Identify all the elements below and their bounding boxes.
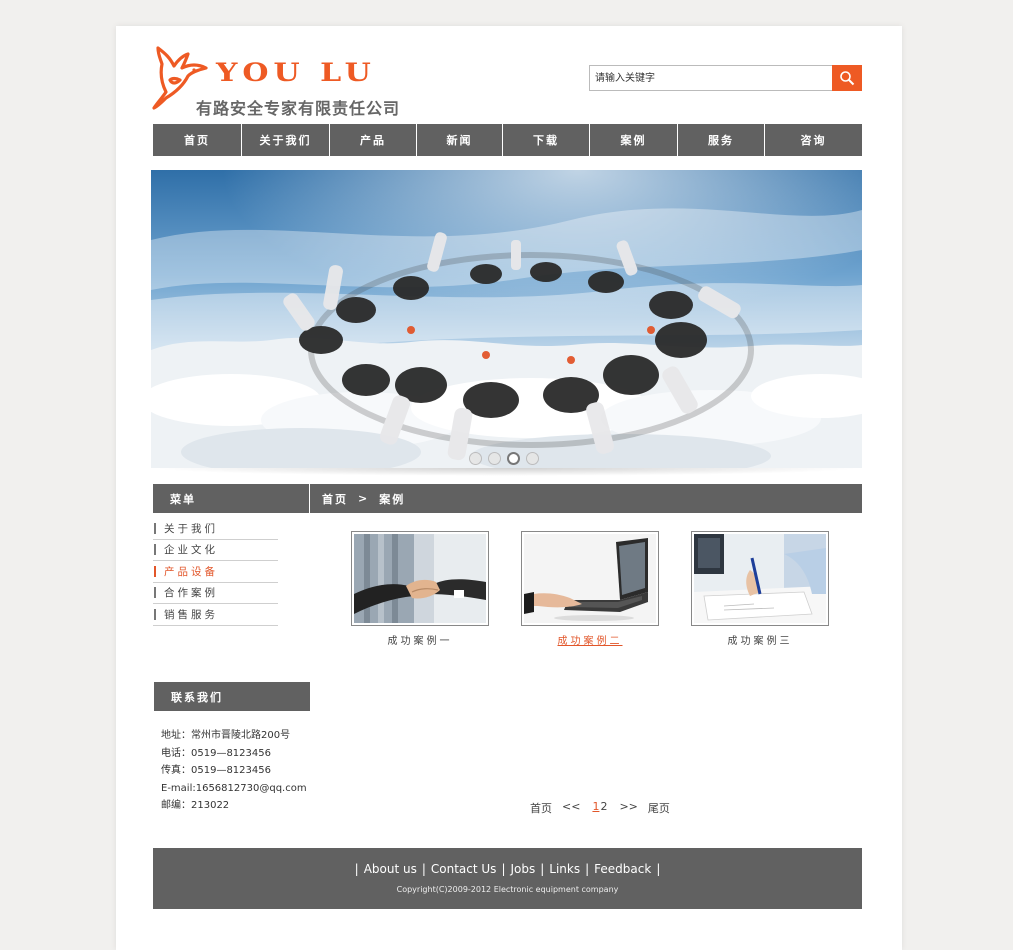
side-menu-item-sales[interactable]: 销售服务 [153, 604, 278, 626]
slider-dot-4[interactable] [526, 452, 539, 465]
footer-separator: | [656, 862, 661, 876]
menu-bullet-icon [154, 608, 156, 620]
case-card: 成功案例二 [521, 531, 659, 647]
breadcrumb-separator: > [358, 492, 370, 505]
slider-dot-1[interactable] [469, 452, 482, 465]
footer-link-links[interactable]: Links [549, 862, 580, 876]
contact-info: 地址：常州市晋陵北路200号 电话：0519—8123456 传真：0519—8… [161, 727, 307, 815]
menu-bullet-icon [154, 587, 156, 599]
search-button[interactable] [832, 65, 862, 91]
menu-bullet-icon [154, 522, 156, 534]
footer-link-feedback[interactable]: Feedback [594, 862, 651, 876]
nav-item-products[interactable]: 产品 [330, 124, 417, 156]
case-label[interactable]: 成功案例三 [691, 632, 829, 647]
laptop-image [524, 534, 656, 623]
nav-item-about[interactable]: 关于我们 [242, 124, 330, 156]
pager-last[interactable]: 尾页 [648, 800, 670, 816]
signing-image [694, 534, 826, 623]
case-label[interactable]: 成功案例一 [351, 632, 489, 647]
search-bar [589, 65, 862, 91]
footer-separator: | [585, 862, 590, 876]
footer-link-jobs[interactable]: Jobs [510, 862, 535, 876]
brand-name-en: YOU LU [216, 58, 376, 88]
side-menu-item-products[interactable]: 产品设备 [153, 561, 278, 583]
side-menu: 关于我们 企业文化 产品设备 合作案例 销售服务 [153, 518, 278, 626]
nav-item-news[interactable]: 新闻 [417, 124, 503, 156]
case-card: 成功案例一 [351, 531, 489, 647]
footer-link-contact[interactable]: Contact Us [431, 862, 497, 876]
nav-item-home[interactable]: 首页 [153, 124, 242, 156]
nav-item-download[interactable]: 下载 [503, 124, 590, 156]
brand-name-cn: 有路安全专家有限责任公司 [196, 99, 401, 118]
main-nav: 首页 关于我们 产品 新闻 下载 案例 服务 咨询 [153, 124, 862, 156]
nav-item-cases[interactable]: 案例 [590, 124, 678, 156]
side-menu-label: 企业文化 [164, 544, 218, 557]
pager-first[interactable]: 首页 [530, 800, 552, 816]
banner-image-skydivers [151, 170, 862, 468]
menu-header: 菜单 [153, 484, 309, 513]
case-image-handshake[interactable] [351, 531, 489, 626]
breadcrumb: 首页 > 案例 [310, 484, 862, 513]
contact-phone: 电话：0519—8123456 [161, 747, 271, 759]
contact-title: 联系我们 [171, 690, 223, 704]
breadcrumb-home[interactable]: 首页 [322, 491, 348, 507]
search-icon [840, 71, 855, 86]
case-image-laptop[interactable] [521, 531, 659, 626]
case-label[interactable]: 成功案例二 [521, 632, 659, 647]
pager-page-2[interactable]: 2 [600, 800, 607, 816]
pagination: 首页 << 1 2 >> 尾页 [530, 800, 670, 816]
footer-links: | About us | Contact Us | Jobs | Links | Feedback… [153, 862, 862, 876]
contact-zip: 邮编：213022 [161, 800, 230, 811]
side-menu-label: 合作案例 [164, 587, 218, 600]
footer-separator: | [540, 862, 545, 876]
pager-next[interactable]: >> [619, 800, 637, 816]
menu-bullet-icon [154, 565, 156, 577]
slider-dot-3[interactable] [507, 452, 520, 465]
side-menu-label: 关于我们 [164, 522, 218, 535]
page-container: YOU LU 有路安全专家有限责任公司 首页 关于我们 产品 新闻 下载 案例 … [116, 26, 902, 950]
side-menu-item-culture[interactable]: 企业文化 [153, 540, 278, 561]
handshake-image [354, 534, 486, 623]
side-menu-label: 销售服务 [164, 608, 218, 621]
search-input[interactable] [589, 65, 832, 91]
nav-item-service[interactable]: 服务 [678, 124, 765, 156]
nav-item-consult[interactable]: 咨询 [765, 124, 862, 156]
logo[interactable]: YOU LU 有路安全专家有限责任公司 [152, 44, 422, 119]
pager-page-1[interactable]: 1 [592, 800, 599, 816]
pager-prev[interactable]: << [562, 800, 580, 816]
contact-header: 联系我们 [154, 682, 310, 711]
footer: | About us | Contact Us | Jobs | Links | Feedback… [153, 848, 862, 909]
contact-address: 地址：常州市晋陵北路200号 [161, 730, 291, 741]
contact-email[interactable]: E-mail:1656812730@qq.com [161, 780, 307, 798]
footer-link-about[interactable]: About us [364, 862, 417, 876]
menu-title: 菜单 [170, 492, 196, 506]
banner-slider[interactable] [151, 170, 862, 468]
contact-fax: 传真：0519—8123456 [161, 765, 271, 776]
footer-separator: | [421, 862, 426, 876]
footer-separator: | [354, 862, 359, 876]
copyright: Copyright(C)2009-2012 Electronic equipme… [396, 885, 619, 894]
side-menu-label: 产品设备 [164, 565, 218, 578]
breadcrumb-current: 案例 [379, 492, 406, 506]
menu-bullet-icon [154, 544, 156, 556]
slider-dots [469, 452, 539, 465]
footer-separator: | [501, 862, 506, 876]
banner-shadow [151, 468, 862, 476]
slider-dot-2[interactable] [488, 452, 501, 465]
case-image-signing[interactable] [691, 531, 829, 626]
case-card: 成功案例三 [691, 531, 829, 647]
side-menu-item-cooperation[interactable]: 合作案例 [153, 583, 278, 604]
side-menu-item-about[interactable]: 关于我们 [153, 518, 278, 540]
